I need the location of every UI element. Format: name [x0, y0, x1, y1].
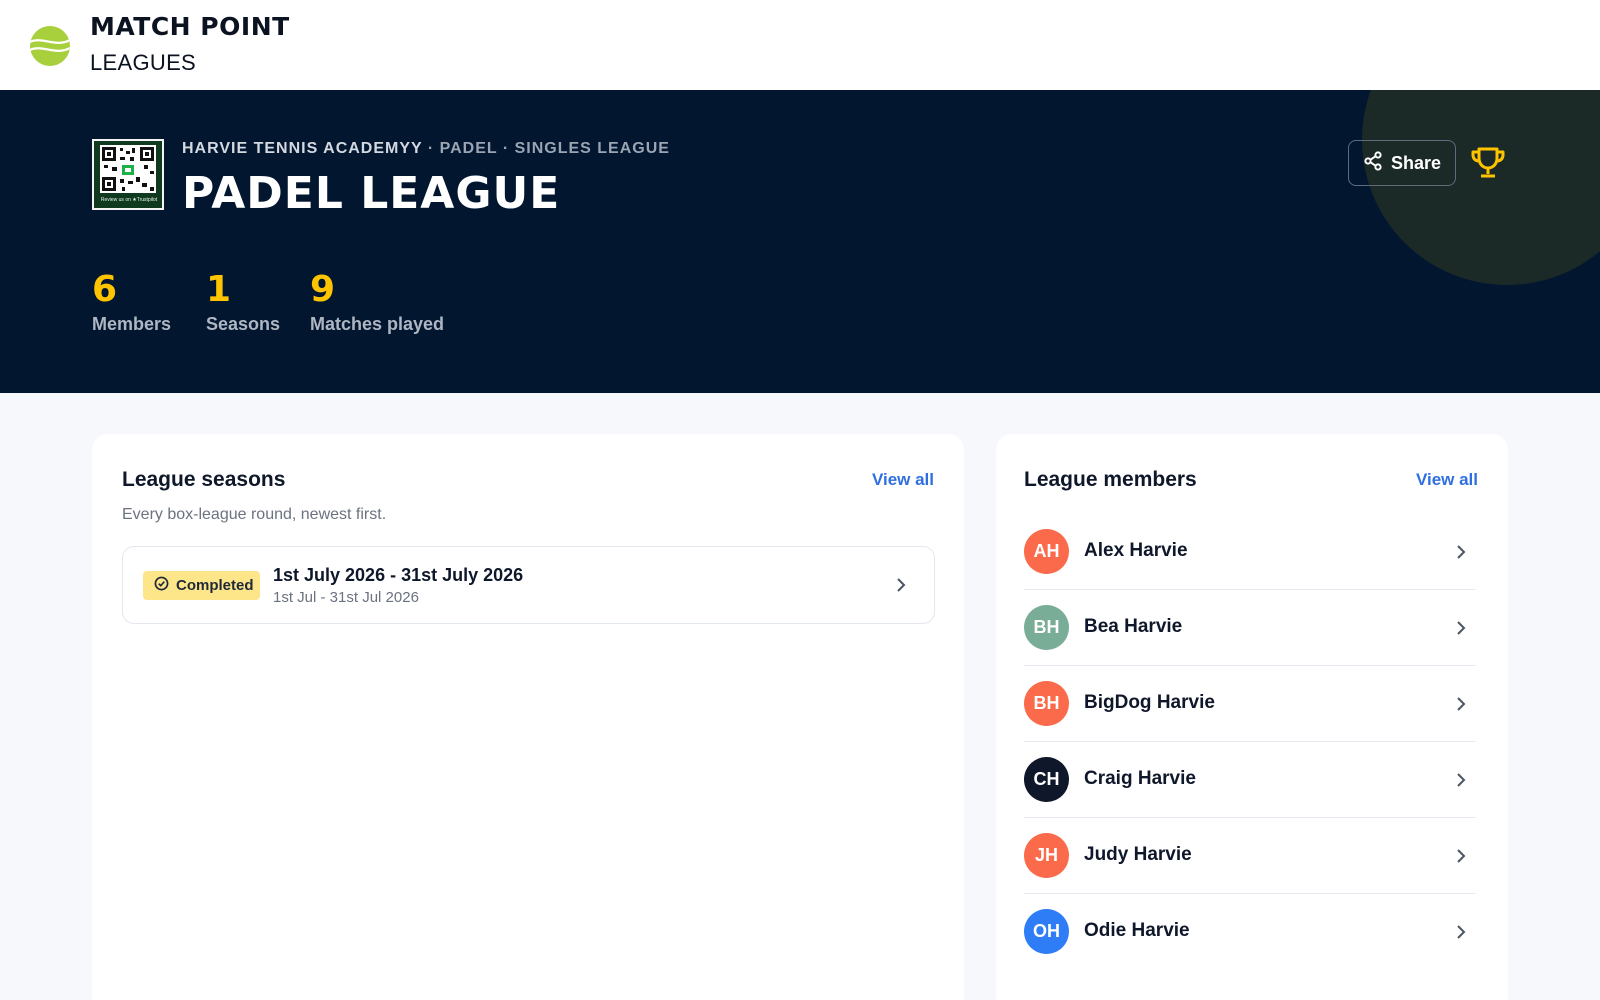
tennis-ball-logo-icon[interactable] — [30, 26, 70, 66]
league-meta: · PADEL · SINGLES LEAGUE — [422, 140, 670, 157]
stat-value: 1 — [206, 269, 232, 310]
member-name: Judy Harvie — [1084, 844, 1192, 865]
league-breadcrumb: HARVIE TENNIS ACADEMYY · PADEL · SINGLES… — [182, 140, 670, 158]
season-name: 1st July 2026 - 31st July 2026 — [273, 565, 524, 585]
stat-value: 9 — [310, 269, 336, 310]
member-name: Alex Harvie — [1084, 540, 1188, 561]
stat-matches: 9 Matches played — [310, 268, 444, 335]
club-name[interactable]: HARVIE TENNIS ACADEMYY — [182, 140, 422, 157]
avatar: AH — [1024, 529, 1069, 574]
chevron-right-icon — [894, 575, 908, 600]
chevron-right-icon — [1454, 618, 1468, 643]
stat-label: Seasons — [206, 314, 281, 334]
member-row-odie[interactable]: OH Odie Harvie — [1024, 894, 1476, 970]
member-row-bea[interactable]: BH Bea Harvie — [1024, 590, 1476, 666]
qr-code-icon: Review us on ★Trustpilot — [92, 139, 164, 210]
member-row-craig[interactable]: CH Craig Harvie — [1024, 742, 1476, 818]
status-label: Completed — [176, 577, 254, 594]
chevron-right-icon — [1454, 542, 1468, 567]
stat-seasons: 1 Seasons — [206, 268, 280, 335]
member-name: BigDog Harvie — [1084, 692, 1215, 713]
stat-members: 6 Members — [92, 268, 171, 335]
qr-caption: Review us on ★Trustpilot — [100, 197, 158, 203]
brand-subtitle: LEAGUES — [90, 50, 197, 75]
brand-title[interactable]: MATCH POINT — [90, 12, 290, 41]
page-title: PADEL LEAGUE — [182, 168, 561, 219]
league-hero: Review us on ★Trustpilot HARVIE TENNIS A… — [0, 90, 1600, 393]
member-row-alex[interactable]: AH Alex Harvie — [1024, 514, 1476, 590]
chevron-right-icon — [1454, 846, 1468, 871]
trophy-icon[interactable] — [1470, 146, 1506, 180]
seasons-title: League seasons — [122, 468, 286, 491]
member-row-bigdog[interactable]: BH BigDog Harvie — [1024, 666, 1476, 742]
avatar: CH — [1024, 757, 1069, 802]
chevron-right-icon — [1454, 770, 1468, 795]
chevron-right-icon — [1454, 694, 1468, 719]
seasons-subtitle: Every box-league round, newest first. — [122, 506, 387, 523]
stat-label: Members — [92, 314, 172, 334]
stat-label: Matches played — [310, 314, 445, 334]
decorative-circle — [1362, 90, 1600, 285]
chevron-right-icon — [1454, 922, 1468, 947]
avatar: JH — [1024, 833, 1069, 878]
member-name: Bea Harvie — [1084, 616, 1183, 637]
league-seasons-card: League seasons View all Every box-league… — [92, 434, 964, 1000]
members-view-all-link[interactable]: View all — [1416, 470, 1478, 490]
member-name: Craig Harvie — [1084, 768, 1196, 789]
top-bar: MATCH POINT LEAGUES — [0, 0, 1600, 90]
member-name: Odie Harvie — [1084, 920, 1190, 941]
season-dates: 1st Jul - 31st Jul 2026 — [273, 589, 419, 606]
members-title: League members — [1024, 468, 1197, 491]
season-row[interactable]: Completed 1st July 2026 - 31st July 2026… — [122, 546, 935, 624]
share-button[interactable]: Share — [1348, 140, 1456, 186]
share-icon — [1363, 150, 1383, 176]
stat-value: 6 — [92, 269, 118, 310]
avatar: OH — [1024, 909, 1069, 954]
check-circle-icon — [154, 576, 169, 595]
league-members-card: League members View all AH Alex Harvie B… — [996, 434, 1508, 1000]
avatar: BH — [1024, 681, 1069, 726]
member-row-judy[interactable]: JH Judy Harvie — [1024, 818, 1476, 894]
status-badge: Completed — [143, 571, 260, 600]
avatar: BH — [1024, 605, 1069, 650]
seasons-view-all-link[interactable]: View all — [872, 470, 934, 490]
share-label: Share — [1390, 152, 1442, 173]
